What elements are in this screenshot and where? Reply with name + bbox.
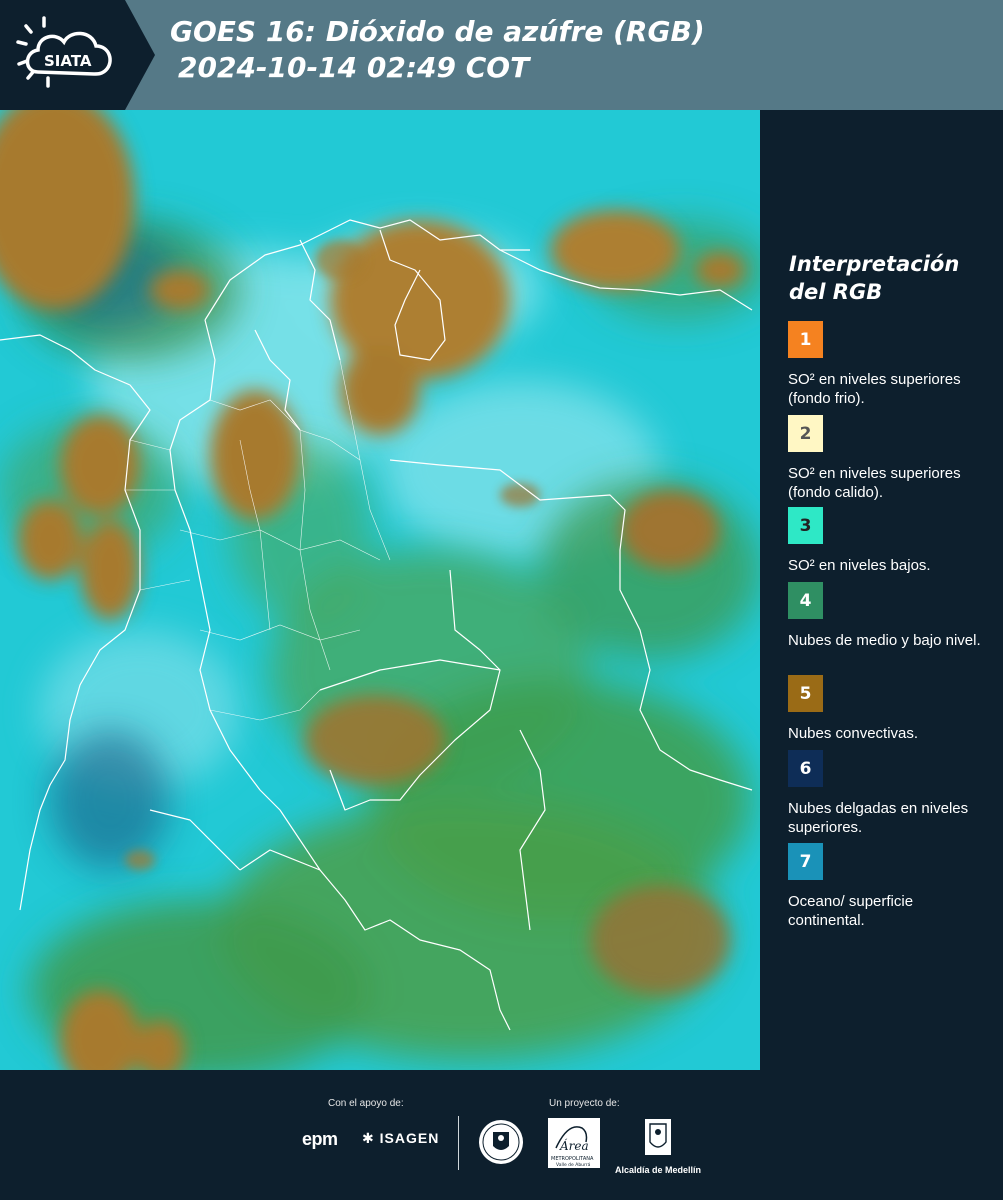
- legend-item-6: 6 Nubes delgadas en niveles superiores.: [788, 750, 998, 837]
- legend-number-4: 4: [799, 590, 812, 611]
- legend-swatch-5: 5: [788, 675, 823, 712]
- legend-number-1: 1: [799, 329, 812, 350]
- legend-item-1: 1 SO² en niveles superiores (fondo frio)…: [788, 321, 998, 408]
- legend-number-5: 5: [799, 683, 812, 704]
- legend-item-3: 3 SO² en niveles bajos.: [788, 507, 998, 575]
- logo-arrow-shape: [125, 0, 155, 110]
- legend-title-line2: del RGB: [789, 280, 883, 304]
- legend-label-7: Oceano/ superficie continental.: [788, 893, 914, 929]
- legend-number-6: 6: [799, 758, 812, 779]
- alcaldia-label: Alcaldía de Medellín: [614, 1165, 702, 1175]
- legend-swatch-1: 1: [788, 321, 823, 358]
- legend-label-2: SO² en niveles superiores (fondo calido)…: [788, 465, 961, 501]
- isagen-star-icon: ✱: [362, 1130, 375, 1146]
- medellin-seal-icon[interactable]: [477, 1118, 525, 1166]
- legend-item-5: 5 Nubes convectivas.: [788, 675, 998, 743]
- legend-label-1: SO² en niveles superiores (fondo frio).: [788, 371, 961, 407]
- page-title: GOES 16: Dióxido de azúfre (RGB) 2024-10…: [170, 14, 705, 86]
- footer-divider: [458, 1116, 459, 1170]
- siata-logo: SIATA: [16, 16, 112, 88]
- satellite-map-image: [0, 110, 760, 1070]
- alcaldia-crest-icon: [645, 1119, 671, 1155]
- legend-number-7: 7: [799, 851, 812, 872]
- legend-title: Interpretación del RGB: [789, 250, 999, 306]
- legend-swatch-4: 4: [788, 582, 823, 619]
- title-product: GOES 16: Dióxido de azúfre (RGB): [170, 15, 705, 48]
- legend-swatch-2: 2: [788, 415, 823, 452]
- area-logo-sub: METROPOLITANA: [551, 1156, 594, 1162]
- legend-label-5: Nubes convectivas.: [788, 725, 919, 742]
- siata-logo-text: SIATA: [44, 52, 92, 70]
- legend-title-line1: Interpretación: [789, 252, 960, 276]
- isagen-logo[interactable]: ✱ ISAGEN: [362, 1130, 439, 1147]
- legend-item-7: 7 Oceano/ superficie continental.: [788, 843, 998, 930]
- epm-logo-text: epm: [302, 1129, 338, 1149]
- legend-panel: Interpretación del RGB 1 SO² en niveles …: [760, 110, 1003, 1070]
- support-label: Con el apoyo de:: [328, 1098, 404, 1109]
- legend-swatch-3: 3: [788, 507, 823, 544]
- area-metropolitana-logo[interactable]: Área METROPOLITANA Valle de Aburrá: [548, 1118, 600, 1168]
- legend-swatch-7: 7: [788, 843, 823, 880]
- legend-item-4: 4 Nubes de medio y bajo nivel.: [788, 582, 998, 650]
- satellite-map[interactable]: [0, 110, 760, 1070]
- legend-number-2: 2: [799, 423, 812, 444]
- project-label: Un proyecto de:: [549, 1098, 620, 1109]
- alcaldia-logo[interactable]: Alcaldía de Medellín: [610, 1118, 706, 1175]
- legend-label-3: SO² en niveles bajos.: [788, 557, 931, 574]
- area-logo-sub2: Valle de Aburrá: [556, 1161, 591, 1168]
- header-bar: SIATA GOES 16: Dióxido de azúfre (RGB) 2…: [0, 0, 1003, 110]
- legend-label-6: Nubes delgadas en niveles superiores.: [788, 800, 969, 836]
- legend-label-4: Nubes de medio y bajo nivel.: [788, 632, 981, 649]
- legend-number-3: 3: [799, 515, 812, 536]
- footer: Con el apoyo de: Un proyecto de: epm ✱ I…: [0, 1070, 1003, 1200]
- title-timestamp: 2024-10-14 02:49 COT: [178, 51, 530, 84]
- legend-swatch-6: 6: [788, 750, 823, 787]
- isagen-logo-text: ISAGEN: [379, 1130, 440, 1146]
- epm-logo[interactable]: epm: [302, 1129, 338, 1150]
- siata-logo-box: SIATA: [0, 0, 125, 110]
- area-logo-name: Área: [559, 1138, 589, 1153]
- legend-item-2: 2 SO² en niveles superiores (fondo calid…: [788, 415, 998, 502]
